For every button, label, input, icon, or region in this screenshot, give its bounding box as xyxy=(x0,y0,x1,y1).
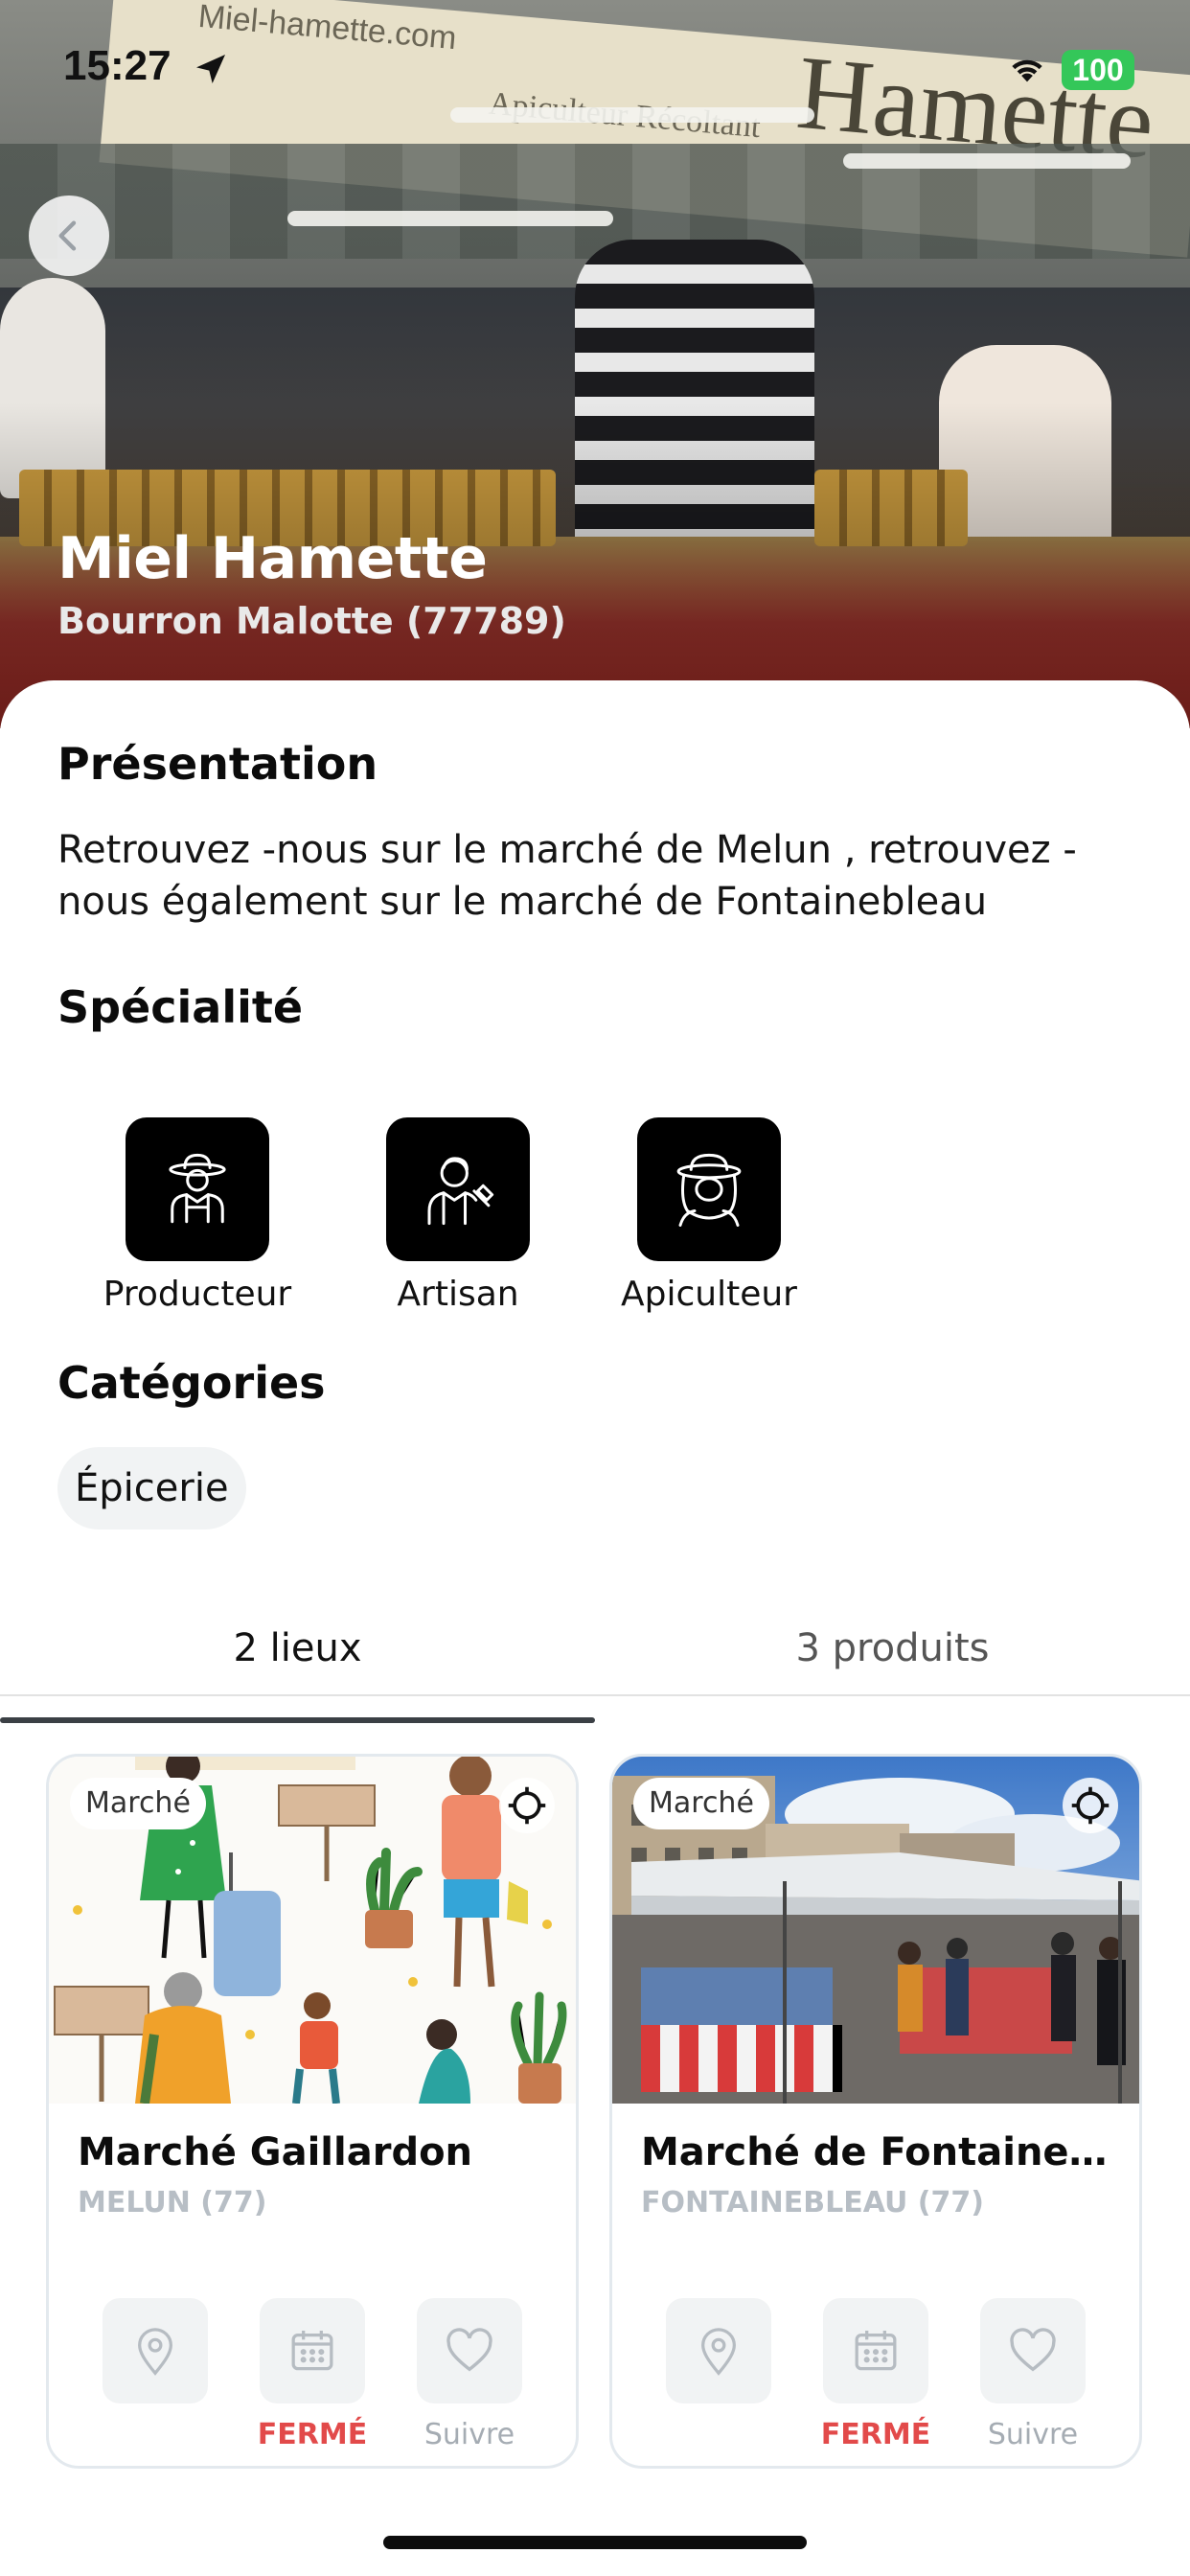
chevron-left-icon xyxy=(58,220,77,251)
tab-produits[interactable]: 3 produits xyxy=(595,1600,1190,1696)
back-button[interactable] xyxy=(29,196,109,276)
market-city: FONTAINEBLEAU (77) xyxy=(641,2186,984,2220)
schedule-status: FERMÉ xyxy=(820,2418,931,2451)
tab-lieux[interactable]: 2 lieux xyxy=(0,1600,595,1696)
specialite-heading: Spécialité xyxy=(57,981,304,1033)
active-tab-indicator xyxy=(0,1717,595,1723)
calendar-icon xyxy=(855,2331,897,2371)
category-chip[interactable]: Épicerie xyxy=(57,1447,246,1530)
schedule-button[interactable] xyxy=(260,2298,365,2404)
follow-button[interactable] xyxy=(980,2298,1086,2404)
presentation-text: Retrouvez -nous sur le marché de Melun ,… xyxy=(57,828,1077,924)
heart-icon xyxy=(446,2328,492,2372)
specialite-label: Artisan xyxy=(397,1275,519,1314)
market-city: MELUN (77) xyxy=(78,2186,267,2220)
market-name: Marché de Fontaineb... xyxy=(641,2130,1120,2174)
farmer-icon xyxy=(126,1117,269,1261)
calendar-icon xyxy=(291,2331,333,2371)
market-card[interactable]: Marché Marché de Fontaineb... FONTAINEBL… xyxy=(609,1754,1142,2469)
specialite-label: Producteur xyxy=(103,1275,292,1314)
map-pin-icon xyxy=(701,2328,736,2376)
status-bar: 15:27 100 xyxy=(0,0,1190,144)
market-type-badge: Marché xyxy=(70,1778,206,1829)
beekeeper-icon xyxy=(637,1117,781,1261)
heart-icon xyxy=(1010,2328,1056,2372)
wifi-icon xyxy=(1012,59,1042,82)
follow-label: Suivre xyxy=(423,2418,515,2451)
specialite-label: Apiculteur xyxy=(621,1275,797,1314)
producer-title: Miel Hamette xyxy=(57,525,488,592)
map-pin-button[interactable] xyxy=(666,2298,771,2404)
presentation-heading: Présentation xyxy=(57,738,378,790)
crosshair-icon xyxy=(508,1786,546,1825)
follow-label: Suivre xyxy=(987,2418,1079,2451)
detail-sheet: Présentation Retrouvez -nous sur le marc… xyxy=(0,680,1190,2576)
ceiling-light xyxy=(843,153,1131,169)
market-image-photo: Marché xyxy=(612,1757,1139,2104)
location-arrow-icon xyxy=(196,55,225,83)
specialite-item-producteur: Producteur xyxy=(73,1117,322,1314)
map-pin-icon xyxy=(138,2328,172,2376)
producer-location: Bourron Malotte (77789) xyxy=(57,600,566,642)
tab-bar: 2 lieux 3 produits xyxy=(0,1600,1190,1696)
follow-button[interactable] xyxy=(417,2298,522,2404)
market-type-badge: Marché xyxy=(633,1778,769,1829)
status-time: 15:27 xyxy=(63,42,172,89)
market-card[interactable]: Marché Marché Gaillardon MELUN (77) FERM… xyxy=(46,1754,579,2469)
map-pin-button[interactable] xyxy=(103,2298,208,2404)
specialite-item-artisan: Artisan xyxy=(333,1117,583,1314)
locate-button[interactable] xyxy=(1063,1778,1118,1833)
artisan-icon xyxy=(386,1117,530,1261)
categories-heading: Catégories xyxy=(57,1357,326,1409)
market-name: Marché Gaillardon xyxy=(78,2130,473,2174)
schedule-button[interactable] xyxy=(823,2298,928,2404)
crosshair-icon xyxy=(1071,1786,1110,1825)
home-indicator xyxy=(383,2536,807,2549)
market-image-illustration: Marché xyxy=(49,1757,576,2104)
battery-indicator: 100 xyxy=(1062,50,1134,90)
locate-button[interactable] xyxy=(499,1778,555,1833)
schedule-status: FERMÉ xyxy=(257,2418,368,2451)
ceiling-light xyxy=(287,211,613,226)
specialite-item-apiculteur: Apiculteur xyxy=(584,1117,834,1314)
